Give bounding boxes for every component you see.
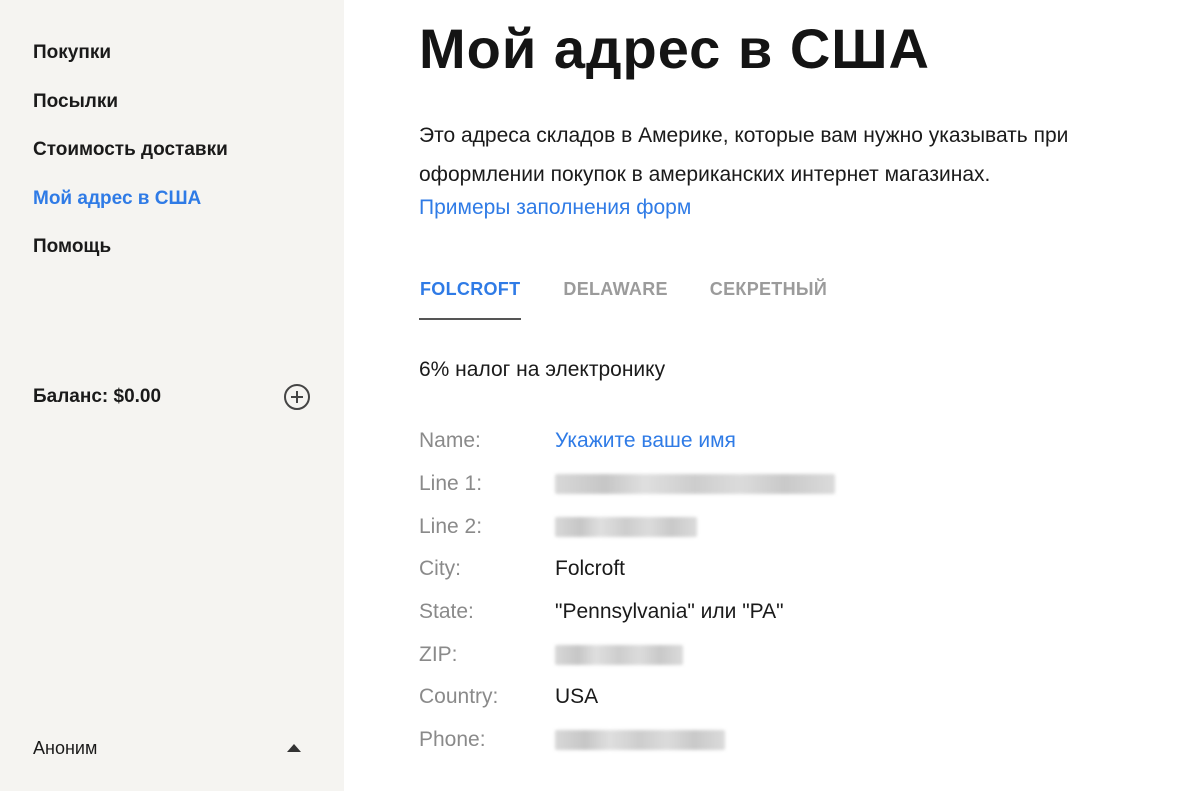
address-row-country: Country: USA — [419, 676, 835, 719]
line2-label: Line 2: — [419, 514, 483, 538]
city-label: City: — [419, 557, 461, 581]
sidebar-item-help[interactable]: Помощь — [33, 232, 228, 281]
zip-label: ZIP: — [419, 642, 458, 666]
sidebar-item-my-us-address[interactable]: Мой адрес в США — [33, 184, 228, 233]
page-title: Мой адрес в США — [419, 17, 930, 80]
sidebar-item-shipping-cost[interactable]: Стоимость доставки — [33, 135, 228, 184]
user-menu-toggle[interactable]: Аноним — [33, 733, 303, 763]
sidebar-item-parcels[interactable]: Посылки — [33, 87, 228, 136]
address-table: Name: Укажите ваше имя Line 1: Line 2: C… — [419, 420, 835, 762]
phone-label: Phone: — [419, 728, 486, 752]
address-row-line1: Line 1: — [419, 463, 835, 506]
tax-note: 6% налог на электронику — [419, 358, 666, 381]
zip-value-redacted[interactable] — [555, 644, 683, 665]
name-label: Name: — [419, 429, 481, 453]
tab-delaware[interactable]: DELAWARE — [563, 274, 667, 318]
warehouse-tabs: FOLCROFT DELAWARE СЕКРЕТНЫЙ — [419, 274, 869, 320]
address-row-state: State: "Pennsylvania" или "PA" — [419, 591, 835, 634]
address-row-name: Name: Укажите ваше имя — [419, 420, 835, 463]
balance-label: Баланс: $0.00 — [33, 386, 162, 407]
main-content: Мой адрес в США Это адреса складов в Аме… — [344, 0, 1200, 791]
caret-up-icon — [287, 744, 301, 752]
sidebar-nav: Покупки Посылки Стоимость доставки Мой а… — [33, 38, 228, 281]
add-balance-button[interactable] — [283, 383, 311, 411]
enter-name-link[interactable]: Укажите ваше имя — [555, 429, 736, 453]
sidebar-item-purchases[interactable]: Покупки — [33, 38, 228, 87]
address-row-city: City: Folcroft — [419, 548, 835, 591]
sidebar: Покупки Посылки Стоимость доставки Мой а… — [0, 0, 344, 791]
form-examples-link[interactable]: Примеры заполнения форм — [419, 196, 691, 220]
user-name: Аноним — [33, 737, 98, 758]
tab-secret[interactable]: СЕКРЕТНЫЙ — [710, 274, 827, 318]
plus-circle-icon — [284, 384, 310, 410]
country-label: Country: — [419, 685, 499, 709]
phone-value-redacted[interactable] — [555, 730, 725, 751]
tab-folcroft[interactable]: FOLCROFT — [419, 274, 522, 320]
line2-value-redacted[interactable] — [555, 516, 697, 537]
balance-row: Баланс: $0.00 — [33, 380, 311, 414]
address-row-line2: Line 2: — [419, 505, 835, 548]
city-value[interactable]: Folcroft — [555, 557, 625, 581]
intro-text: Это адреса складов в Америке, которые ва… — [419, 124, 1069, 186]
line1-label: Line 1: — [419, 472, 483, 496]
app-root: Покупки Посылки Стоимость доставки Мой а… — [0, 0, 1200, 791]
address-row-zip: ZIP: — [419, 633, 835, 676]
country-value[interactable]: USA — [555, 685, 598, 709]
state-value[interactable]: "Pennsylvania" или "PA" — [555, 600, 784, 624]
line1-value-redacted[interactable] — [555, 474, 835, 495]
state-label: State: — [419, 600, 474, 624]
address-row-phone: Phone: — [419, 719, 835, 762]
